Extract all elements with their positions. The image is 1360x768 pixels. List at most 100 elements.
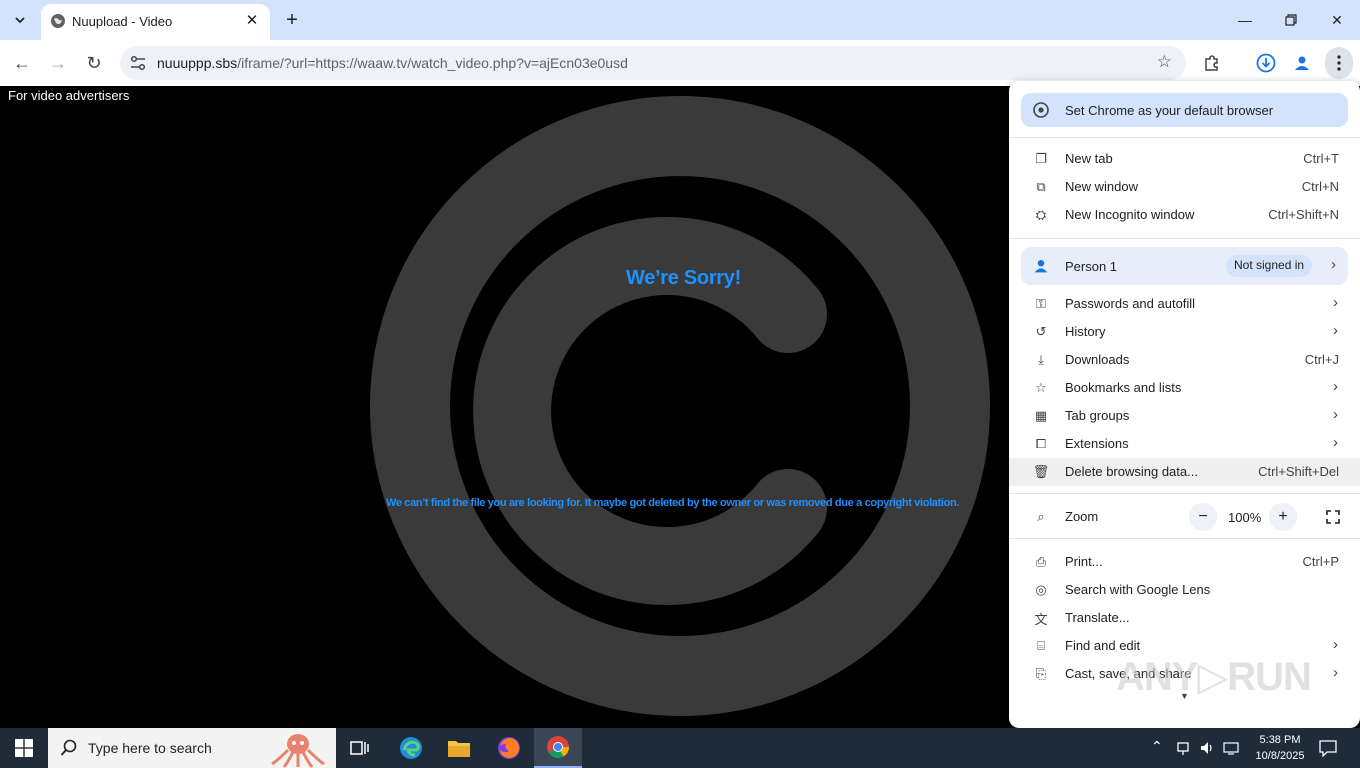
menu-item-downloads[interactable]: ⤓ Downloads Ctrl+J [1009,346,1360,374]
arrow-right-icon: → [49,52,67,73]
address-bar[interactable]: nuuuppp.sbs/iframe/?url=https://waaw.tv/… [120,46,1186,80]
extensions-button[interactable] [1200,51,1224,75]
menu-item-shortcut: Ctrl+J [1304,352,1339,367]
taskbar-search[interactable]: Type here to search [48,728,336,768]
menu-item-label: Passwords and autofill [1065,296,1196,311]
volume-icon[interactable] [1199,740,1215,756]
find-icon: ⌸ [1037,638,1045,653]
menu-separator [1009,538,1360,539]
profile-row[interactable]: Person 1 Not signed in › [1021,247,1348,285]
plus-icon: + [286,8,298,31]
menu-button[interactable] [1325,47,1353,79]
start-button[interactable] [0,728,48,768]
new-window-icon: ⧉ [1036,179,1046,194]
tab-strip: Nuupload - Video ✕ + — ✕ [0,0,1360,40]
chevron-down-icon [15,17,25,24]
network-icon[interactable] [1176,740,1190,756]
menu-item-passwords[interactable]: ⚿ Passwords and autofill › [1009,290,1360,318]
fullscreen-button[interactable] [1319,503,1347,531]
reload-button[interactable]: ↻ [80,49,108,77]
menu-item-history[interactable]: ↺ History › [1009,318,1360,346]
task-view-icon [350,741,369,755]
reload-icon: ↻ [86,52,102,73]
taskbar-edge[interactable] [387,728,435,768]
menu-item-label: Downloads [1065,352,1130,367]
url-path: /iframe/?url=https://waaw.tv/watch_video… [237,55,628,71]
menu-item-shortcut: Ctrl+Shift+N [1268,207,1339,222]
profile-button[interactable] [1290,51,1314,75]
close-icon: ✕ [245,12,259,29]
minus-icon: − [1198,508,1208,525]
menu-item-label: Bookmarks and lists [1065,380,1182,395]
download-icon [1256,53,1276,73]
menu-item-label: Delete browsing data... [1065,464,1198,479]
chevron-up-icon[interactable]: ⌃ [1151,738,1163,755]
menu-item-print[interactable]: ⎙ Print... Ctrl+P [1009,548,1360,576]
chevron-right-icon: › [1333,322,1338,339]
menu-item-incognito[interactable]: ⛭ New Incognito window Ctrl+Shift+N [1009,201,1360,229]
back-button[interactable]: ← [8,49,36,77]
chevron-right-icon: › [1331,256,1336,273]
menu-item-new-window[interactable]: ⧉ New window Ctrl+N [1009,173,1360,201]
history-icon: ↺ [1035,324,1047,339]
menu-item-label: New Incognito window [1065,207,1195,222]
menu-item-delete-browsing-data[interactable]: 🗑 Delete browsing data... Ctrl+Shift+Del [1009,458,1360,486]
bookmark-star-icon[interactable]: ☆ [1157,52,1172,72]
menu-item-bookmarks[interactable]: ☆ Bookmarks and lists › [1009,374,1360,402]
trash-icon: 🗑 [1032,464,1050,479]
tab-groups-icon: ▦ [1034,408,1048,423]
menu-item-label: New tab [1065,151,1113,166]
advertisers-link[interactable]: For video advertisers [8,88,129,103]
downloads-button[interactable] [1254,51,1278,75]
task-view-button[interactable] [336,728,384,768]
menu-item-new-tab[interactable]: ❐ New tab Ctrl+T [1009,145,1360,173]
menu-item-label: Find and edit [1065,638,1141,653]
chevron-right-icon: › [1333,406,1338,423]
url-text[interactable]: nuuuppp.sbs/iframe/?url=https://waaw.tv/… [157,55,628,71]
tab-title: Nuupload - Video [72,14,173,29]
menu-item-shortcut: Ctrl+Shift+Del [1258,464,1339,479]
zoom-out-button[interactable]: − [1189,503,1217,531]
zoom-value: 100% [1228,510,1262,525]
plus-icon: + [1278,508,1288,525]
url-host: nuuuppp.sbs [157,55,238,71]
menu-item-shortcut: Ctrl+N [1301,179,1339,194]
clock[interactable]: 5:38 PM 10/8/2025 [1252,732,1308,764]
menu-separator [1009,238,1360,239]
taskbar-file-explorer[interactable] [435,728,483,768]
taskbar-firefox[interactable] [485,728,533,768]
display-icon[interactable] [1223,740,1239,756]
menu-item-extensions[interactable]: ⧠ Extensions › [1009,430,1360,458]
chevron-right-icon: › [1333,636,1338,653]
active-tab[interactable]: Nuupload - Video ✕ [41,4,270,40]
puzzle-icon: ⧠ [1035,436,1047,451]
zoom-in-button[interactable]: + [1269,503,1297,531]
menu-item-google-lens[interactable]: ◎ Search with Google Lens [1009,576,1360,604]
notification-icon[interactable] [1318,739,1338,757]
set-default-browser-button[interactable]: Set Chrome as your default browser [1021,93,1348,127]
profile-name: Person 1 [1065,259,1118,274]
toolbar: ← → ↻ nuuuppp.sbs/iframe/?url=https://wa… [0,40,1360,86]
menu-item-label: Extensions [1065,436,1129,451]
menu-item-shortcut: Ctrl+T [1303,151,1339,166]
watermark-logo: ANY▷RUN [1116,655,1312,699]
menu-item-tab-groups[interactable]: ▦ Tab groups › [1009,402,1360,430]
menu-item-label: Tab groups [1065,408,1130,423]
forward-button[interactable]: → [44,49,72,77]
sorry-message: We can’t find the file you are looking f… [386,497,960,509]
taskbar-chrome[interactable] [534,728,582,768]
close-window-button[interactable]: ✕ [1314,6,1360,34]
menu-item-label: New window [1065,179,1138,194]
tab-close-button[interactable]: ✕ [242,10,262,30]
incognito-icon: ⛭ [1035,207,1047,222]
tab-search-button[interactable] [8,8,32,32]
menu-item-shortcut: Ctrl+P [1302,554,1339,569]
menu-item-label: Translate... [1065,610,1130,625]
new-tab-button[interactable]: + [280,8,304,32]
menu-item-label: History [1065,324,1106,339]
minimize-button[interactable]: — [1222,6,1268,34]
menu-item-translate[interactable]: 文 Translate... [1009,604,1360,632]
star-icon: ☆ [1035,380,1047,395]
restore-button[interactable] [1268,6,1314,34]
key-icon: ⚿ [1036,296,1046,311]
